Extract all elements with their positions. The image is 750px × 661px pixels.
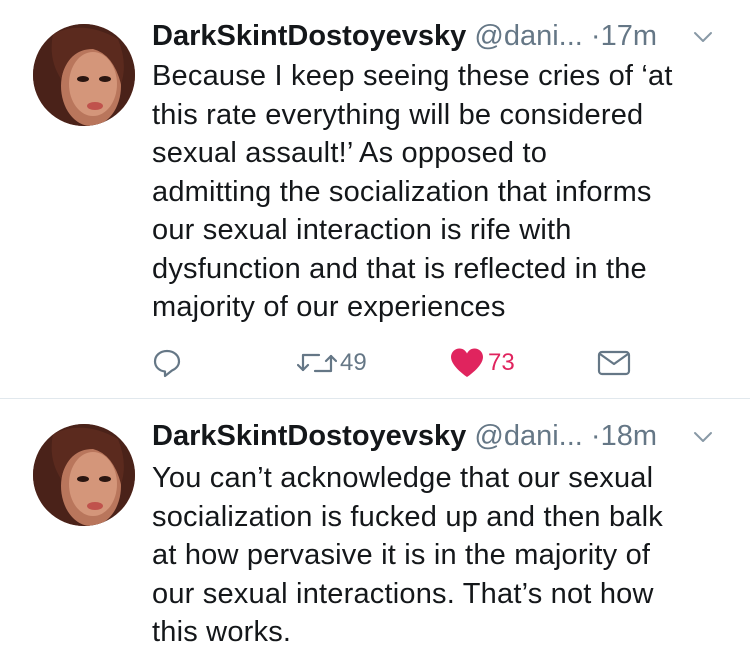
display-name[interactable]: DarkSkintDostoyevsky xyxy=(152,20,466,52)
tweet-actions: 49 73 xyxy=(152,343,652,383)
retweet-button[interactable]: 49 xyxy=(297,343,367,383)
retweet-icon xyxy=(297,353,337,373)
tweet-text: Because I keep seeing these cries of ‘at… xyxy=(152,60,673,323)
timestamp[interactable]: 17m xyxy=(601,20,657,52)
tweet-header: DarkSkintDostoyevsky @dani... ·17m xyxy=(152,16,732,56)
avatar-image xyxy=(33,24,135,126)
like-count: 73 xyxy=(488,349,515,376)
avatar-image xyxy=(33,424,135,526)
handle[interactable]: @dani... xyxy=(474,420,582,452)
tweet-header: DarkSkintDostoyevsky @dani... ·18m xyxy=(152,416,732,456)
avatar[interactable] xyxy=(33,24,135,126)
timestamp[interactable]: 18m xyxy=(601,420,657,452)
direct-message-button[interactable] xyxy=(597,343,631,383)
retweet-count: 49 xyxy=(340,349,367,376)
handle[interactable]: @dani... xyxy=(474,20,582,52)
display-name[interactable]: DarkSkintDostoyevsky xyxy=(152,420,466,452)
reply-button[interactable] xyxy=(152,343,182,383)
chevron-down-icon[interactable] xyxy=(692,26,714,48)
tweet[interactable]: DarkSkintDostoyevsky @dani... ·17m Becau… xyxy=(0,0,750,398)
tweet[interactable]: DarkSkintDostoyevsky @dani... ·18m You c… xyxy=(0,399,750,661)
separator: · xyxy=(590,420,601,452)
separator: · xyxy=(590,20,601,52)
reply-icon xyxy=(153,349,181,378)
envelope-icon xyxy=(597,350,631,376)
tweet-text: You can’t acknowledge that our sexual so… xyxy=(152,462,663,648)
avatar[interactable] xyxy=(33,424,135,526)
like-button[interactable]: 73 xyxy=(449,343,515,383)
chevron-down-icon[interactable] xyxy=(692,426,714,448)
heart-icon xyxy=(451,348,483,377)
